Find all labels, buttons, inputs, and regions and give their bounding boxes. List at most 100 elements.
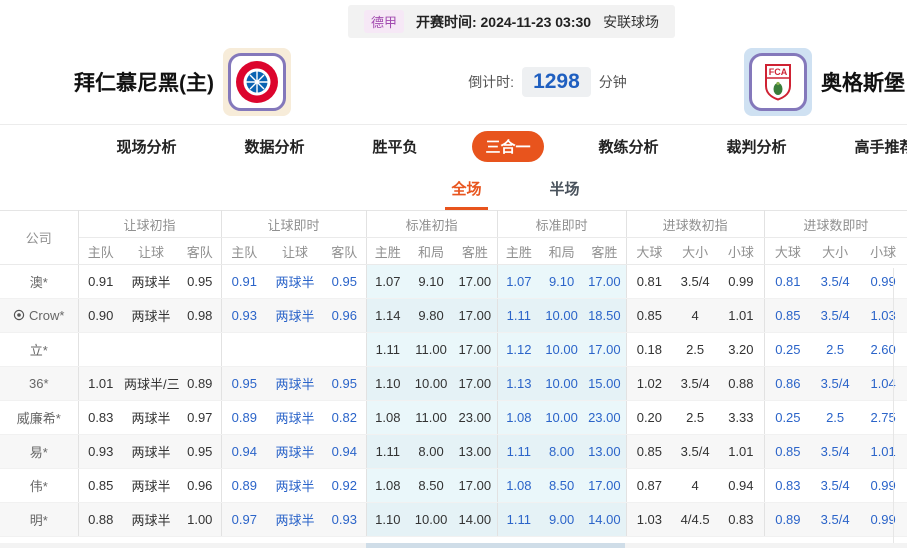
odds-cell: 2.60 — [859, 332, 907, 367]
soccer-ball-icon — [13, 309, 25, 324]
odds-cell: 18.50 — [583, 298, 627, 333]
odds-cell: 17.00 — [453, 332, 498, 367]
odds-cell: 0.85 — [626, 298, 673, 333]
odds-row: 伟* 0.85 两球半 0.96 0.89 两球半 0.92 1.08 8.50… — [0, 468, 907, 503]
away-crest-frame: FCA — [743, 48, 812, 116]
odds-cell: 14.00 — [583, 502, 627, 537]
odds-cell: 1.07 — [366, 264, 410, 299]
odds-cell — [323, 332, 367, 367]
odds-cell: 17.00 — [453, 366, 498, 401]
group-header-handicap-live: 让球即时 — [221, 210, 367, 238]
odds-cell: 3.5/4 — [672, 264, 719, 299]
countdown-label: 倒计时: — [468, 74, 515, 90]
nav-tab[interactable]: 教练分析 — [586, 131, 672, 162]
sub-header: 和局 — [540, 237, 584, 265]
nav-tab[interactable]: 高手推荐 — [842, 131, 907, 162]
odds-cell: 8.00 — [540, 434, 584, 469]
company-name: 易* — [29, 445, 48, 460]
odds-cell: 0.95 — [221, 366, 268, 401]
odds-cell: 0.91 — [78, 264, 123, 299]
odds-cell: 2.5 — [811, 400, 860, 435]
company-name: 澳* — [29, 275, 48, 290]
odds-cell: 3.20 — [718, 332, 765, 367]
odds-cell: 0.93 — [323, 502, 367, 537]
nav-tab[interactable]: 现场分析 — [103, 131, 189, 162]
odds-cell: 1.01 — [718, 434, 765, 469]
company-name: 明* — [29, 513, 48, 528]
sub-header: 大球 — [626, 237, 673, 265]
nav-tab[interactable]: 数据分析 — [231, 131, 317, 162]
odds-cell: 0.83 — [78, 400, 123, 435]
odds-cell: 0.93 — [78, 434, 123, 469]
company-cell[interactable]: 36* — [0, 366, 79, 401]
company-cell[interactable]: 易* — [0, 434, 79, 469]
odds-row: 立* 1.11 11.00 17.00 1.12 10.00 17.00 0.1… — [0, 332, 907, 367]
odds-cell: 1.07 — [497, 264, 541, 299]
subtab[interactable]: 半场 — [544, 170, 586, 210]
sub-header: 主胜 — [497, 237, 541, 265]
group-header-goals-live: 进球数即时 — [764, 210, 907, 238]
odds-cell: 0.96 — [323, 298, 367, 333]
odds-cell: 1.03 — [859, 298, 907, 333]
odds-cell: 0.99 — [859, 264, 907, 299]
odds-cell: 9.10 — [540, 264, 584, 299]
odds-cell: 2.5 — [672, 332, 719, 367]
nav-tab[interactable]: 裁判分析 — [714, 131, 800, 162]
main-nav: 现场分析 数据分析 胜平负 三合一 教练分析 裁判分析 高手推荐 — [0, 124, 907, 168]
odds-cell: 两球半 — [267, 264, 324, 299]
company-cell[interactable]: Crow* — [0, 298, 79, 333]
period-subtabs: 全场 半场 — [0, 168, 907, 210]
odds-cell: 0.95 — [179, 434, 222, 469]
odds-cell: 17.00 — [583, 332, 627, 367]
odds-cell: 1.11 — [366, 332, 410, 367]
odds-cell: 0.83 — [764, 468, 812, 503]
odds-cell: 9.00 — [540, 502, 584, 537]
odds-cell: 2.5 — [672, 400, 719, 435]
odds-cell: 1.08 — [366, 468, 410, 503]
odds-cell: 4 — [672, 468, 719, 503]
company-name: 威廉希* — [16, 411, 61, 426]
odds-cell — [267, 332, 324, 367]
odds-cell: 3.5/4 — [811, 468, 860, 503]
venue: 安联球场 — [603, 13, 660, 30]
company-cell[interactable]: 明* — [0, 502, 79, 537]
odds-cell: 0.81 — [764, 264, 812, 299]
odds-cell: 1.11 — [497, 298, 541, 333]
odds-cell: 0.85 — [764, 434, 812, 469]
nav-tab[interactable]: 三合一 — [472, 131, 544, 162]
odds-cell — [123, 332, 179, 367]
odds-cell: 0.95 — [323, 366, 367, 401]
nav-tab[interactable]: 胜平负 — [359, 131, 430, 162]
odds-cell: 1.11 — [497, 434, 541, 469]
odds-cell: 0.98 — [179, 298, 222, 333]
odds-cell: 0.99 — [718, 264, 765, 299]
odds-cell: 10.00 — [540, 400, 584, 435]
sub-header: 大小 — [672, 237, 719, 265]
odds-cell: 11.00 — [409, 400, 454, 435]
odds-cell: 0.87 — [626, 468, 673, 503]
odds-cell: 2.5 — [811, 332, 860, 367]
odds-cell: 17.00 — [583, 264, 627, 299]
kickoff: 开赛时间: 2024-11-23 03:30 — [416, 12, 591, 32]
company-cell[interactable]: 威廉希* — [0, 400, 79, 435]
subtab-list: 全场 半场 — [445, 170, 585, 210]
company-cell[interactable]: 伟* — [0, 468, 79, 503]
odds-cell: 1.11 — [497, 502, 541, 537]
odds-cell: 14.00 — [453, 502, 498, 537]
odds-cell: 0.85 — [78, 468, 123, 503]
countdown: 倒计时: 1298 分钟 — [468, 67, 627, 97]
kickoff-label: 开赛时间: — [415, 13, 477, 30]
company-cell[interactable]: 立* — [0, 332, 79, 367]
odds-row: 36* 1.01 两球半/三 0.89 0.95 两球半 0.95 1.10 1… — [0, 366, 907, 401]
odds-cell: 10.00 — [540, 332, 584, 367]
odds-row: 易* 0.93 两球半 0.95 0.94 两球半 0.94 1.11 8.00… — [0, 434, 907, 469]
company-cell[interactable]: 澳* — [0, 264, 79, 299]
odds-cell: 两球半 — [123, 400, 179, 435]
odds-cell: 17.00 — [453, 264, 498, 299]
subtab[interactable]: 全场 — [445, 170, 488, 210]
odds-cell: 0.95 — [323, 264, 367, 299]
odds-cell: 0.99 — [859, 502, 907, 537]
sub-header: 让球 — [123, 237, 179, 265]
group-header-goals-initial: 进球数初指 — [626, 210, 765, 238]
col-header-company: 公司 — [0, 210, 79, 265]
